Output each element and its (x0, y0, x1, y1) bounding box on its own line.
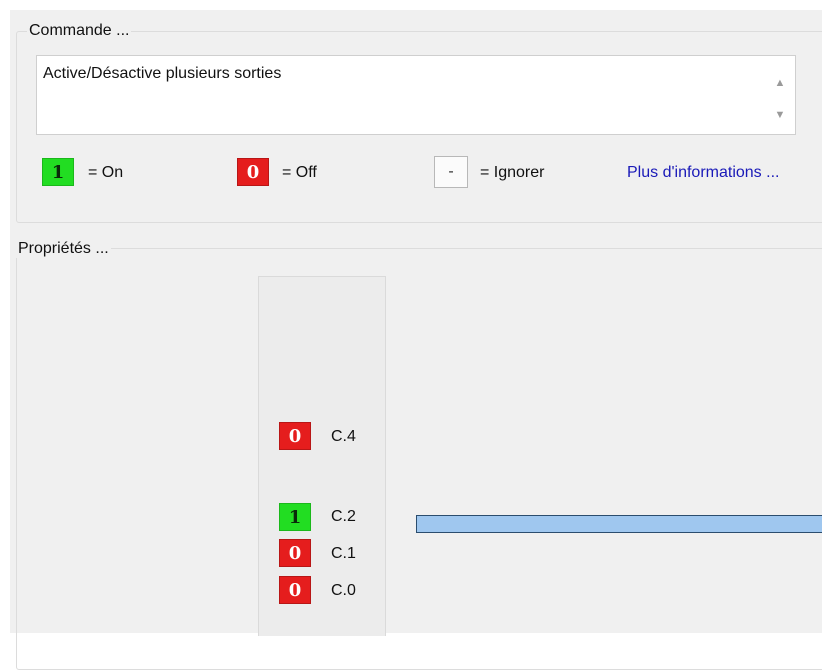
output-chip-c2[interactable]: 1 (279, 503, 311, 531)
legend-ignore-chip: - (434, 156, 468, 188)
top-edge (0, 0, 822, 10)
scroll-down-arrow-icon[interactable]: ▼ (765, 105, 795, 125)
legend-on-chip: 1 (42, 158, 74, 186)
command-group-title: Commande ... (27, 22, 132, 40)
scroll-up-arrow-icon[interactable]: ▲ (765, 73, 795, 93)
legend-off-label: = Off (282, 164, 317, 181)
output-label-c2: C.2 (331, 508, 356, 525)
outputs-column (258, 276, 386, 636)
legend-on-label: = On (88, 164, 124, 181)
output-chip-c0[interactable]: 0 (279, 576, 311, 604)
textarea-scrollbar[interactable]: ▲ ▼ (765, 56, 795, 134)
properties-groupbox (16, 248, 822, 670)
left-edge (0, 0, 10, 633)
dialog-panel: Commande ... Active/Désactive plusieurs … (0, 0, 822, 670)
output-label-c1: C.1 (331, 545, 356, 562)
legend-ignore-label: = Ignorer (480, 164, 545, 181)
properties-group-title: Propriétés ... (16, 240, 111, 258)
output-chip-c4[interactable]: 0 (279, 422, 311, 450)
command-description-text: Active/Désactive plusieurs sorties (43, 65, 282, 82)
output-label-c4: C.4 (331, 428, 356, 445)
more-info-link[interactable]: Plus d'informations ... (627, 163, 779, 183)
timing-bar[interactable] (416, 515, 822, 533)
legend-off-chip: 0 (237, 158, 269, 186)
output-label-c0: C.0 (331, 582, 356, 599)
command-description-textarea[interactable]: Active/Désactive plusieurs sorties ▲ ▼ (36, 55, 796, 135)
output-chip-c1[interactable]: 0 (279, 539, 311, 567)
